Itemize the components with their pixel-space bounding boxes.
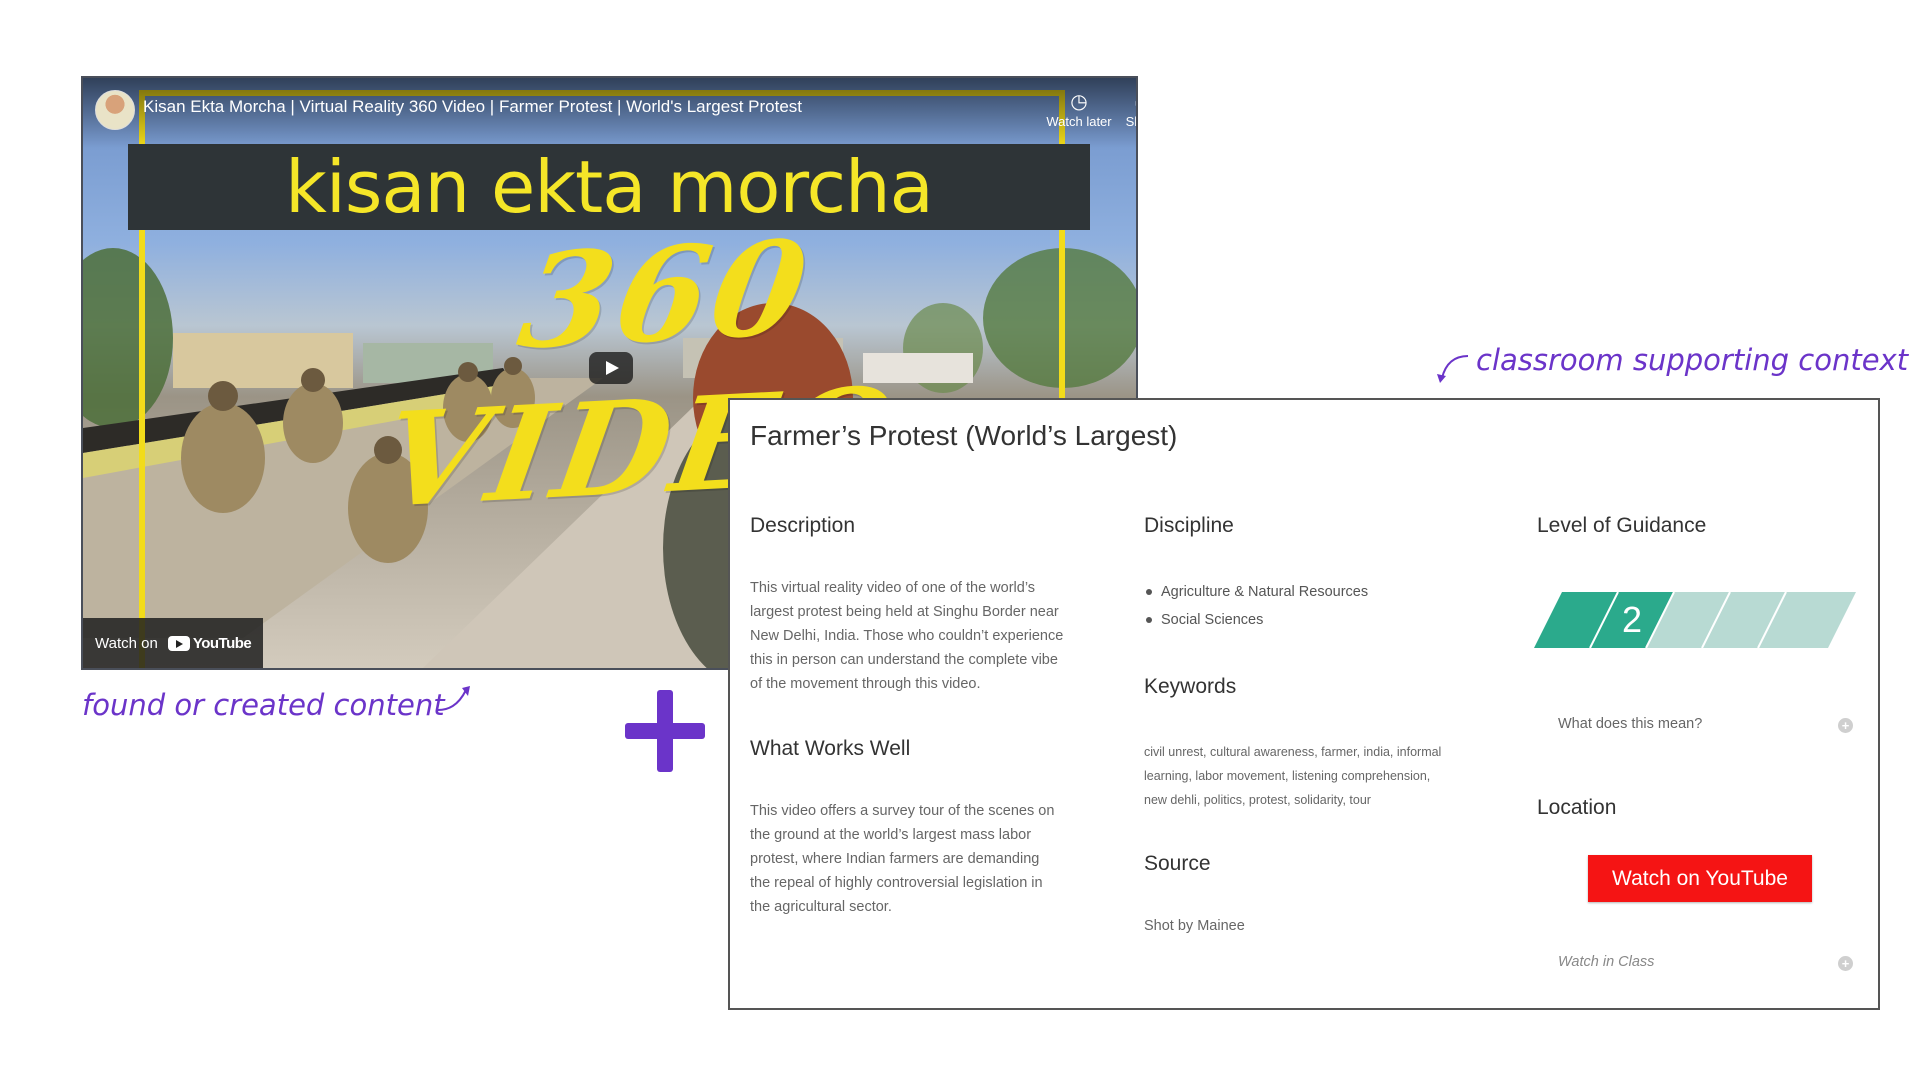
discipline-heading: Discipline bbox=[1144, 514, 1234, 537]
watch-on-youtube-badge[interactable]: Watch on YouTube bbox=[83, 618, 263, 668]
plus-icon bbox=[625, 690, 705, 772]
list-item: Agriculture & Natural Resources bbox=[1146, 578, 1368, 606]
curved-arrow-icon bbox=[1437, 355, 1469, 383]
watch-later-label: Watch later bbox=[1046, 114, 1112, 129]
source-heading: Source bbox=[1144, 852, 1211, 875]
watch-on-label: Watch on bbox=[95, 634, 158, 652]
clock-icon: ◷ bbox=[1070, 91, 1088, 113]
description-heading: Description bbox=[750, 514, 856, 537]
caption-found-content: found or created content bbox=[82, 688, 445, 722]
share-label: Share bbox=[1125, 114, 1136, 129]
what-works-well-text: This video offers a survey tour of the s… bbox=[750, 803, 1055, 915]
guidance-heading: Level of Guidance bbox=[1537, 514, 1707, 537]
what-works-well-heading: What Works Well bbox=[750, 737, 911, 760]
expand-plus-icon[interactable]: + bbox=[1838, 956, 1853, 971]
guidance-level-meter: 2 bbox=[1534, 592, 1856, 648]
resource-card: Farmer’s Protest (World’s Largest) Descr… bbox=[728, 398, 1880, 1010]
watch-later-button[interactable]: ◷ Watch later bbox=[1039, 90, 1119, 129]
youtube-wordmark: YouTube bbox=[192, 634, 252, 652]
keywords-text: civil unrest, cultural awareness, farmer… bbox=[1144, 745, 1442, 807]
guidance-level-value: 2 bbox=[1622, 599, 1642, 640]
description-text: This virtual reality video of one of the… bbox=[750, 580, 1064, 692]
video-title[interactable]: Kisan Ekta Morcha | Virtual Reality 360 … bbox=[143, 97, 802, 117]
play-button[interactable] bbox=[589, 352, 633, 384]
expand-plus-icon[interactable]: + bbox=[1838, 718, 1853, 733]
what-does-this-mean-link[interactable]: What does this mean? bbox=[1558, 716, 1702, 732]
youtube-play-icon bbox=[167, 635, 190, 651]
youtube-logo: YouTube bbox=[167, 634, 252, 652]
watch-in-class-link[interactable]: Watch in Class bbox=[1558, 954, 1654, 970]
share-icon: ➦ bbox=[1113, 90, 1136, 114]
list-item: Social Sciences bbox=[1146, 606, 1368, 634]
keywords-heading: Keywords bbox=[1144, 675, 1237, 698]
curved-arrow-icon bbox=[437, 686, 470, 711]
channel-avatar[interactable] bbox=[95, 90, 135, 130]
card-title: Farmer’s Protest (World’s Largest) bbox=[750, 420, 1178, 451]
share-button[interactable]: ➦ Share bbox=[1113, 90, 1136, 129]
caption-classroom-context: classroom supporting context bbox=[1476, 343, 1909, 377]
source-text: Shot by Mainee bbox=[1144, 918, 1245, 934]
location-heading: Location bbox=[1537, 796, 1617, 819]
watch-on-youtube-button[interactable]: Watch on YouTube bbox=[1588, 855, 1812, 902]
discipline-list: Agriculture & Natural Resources Social S… bbox=[1146, 578, 1368, 634]
